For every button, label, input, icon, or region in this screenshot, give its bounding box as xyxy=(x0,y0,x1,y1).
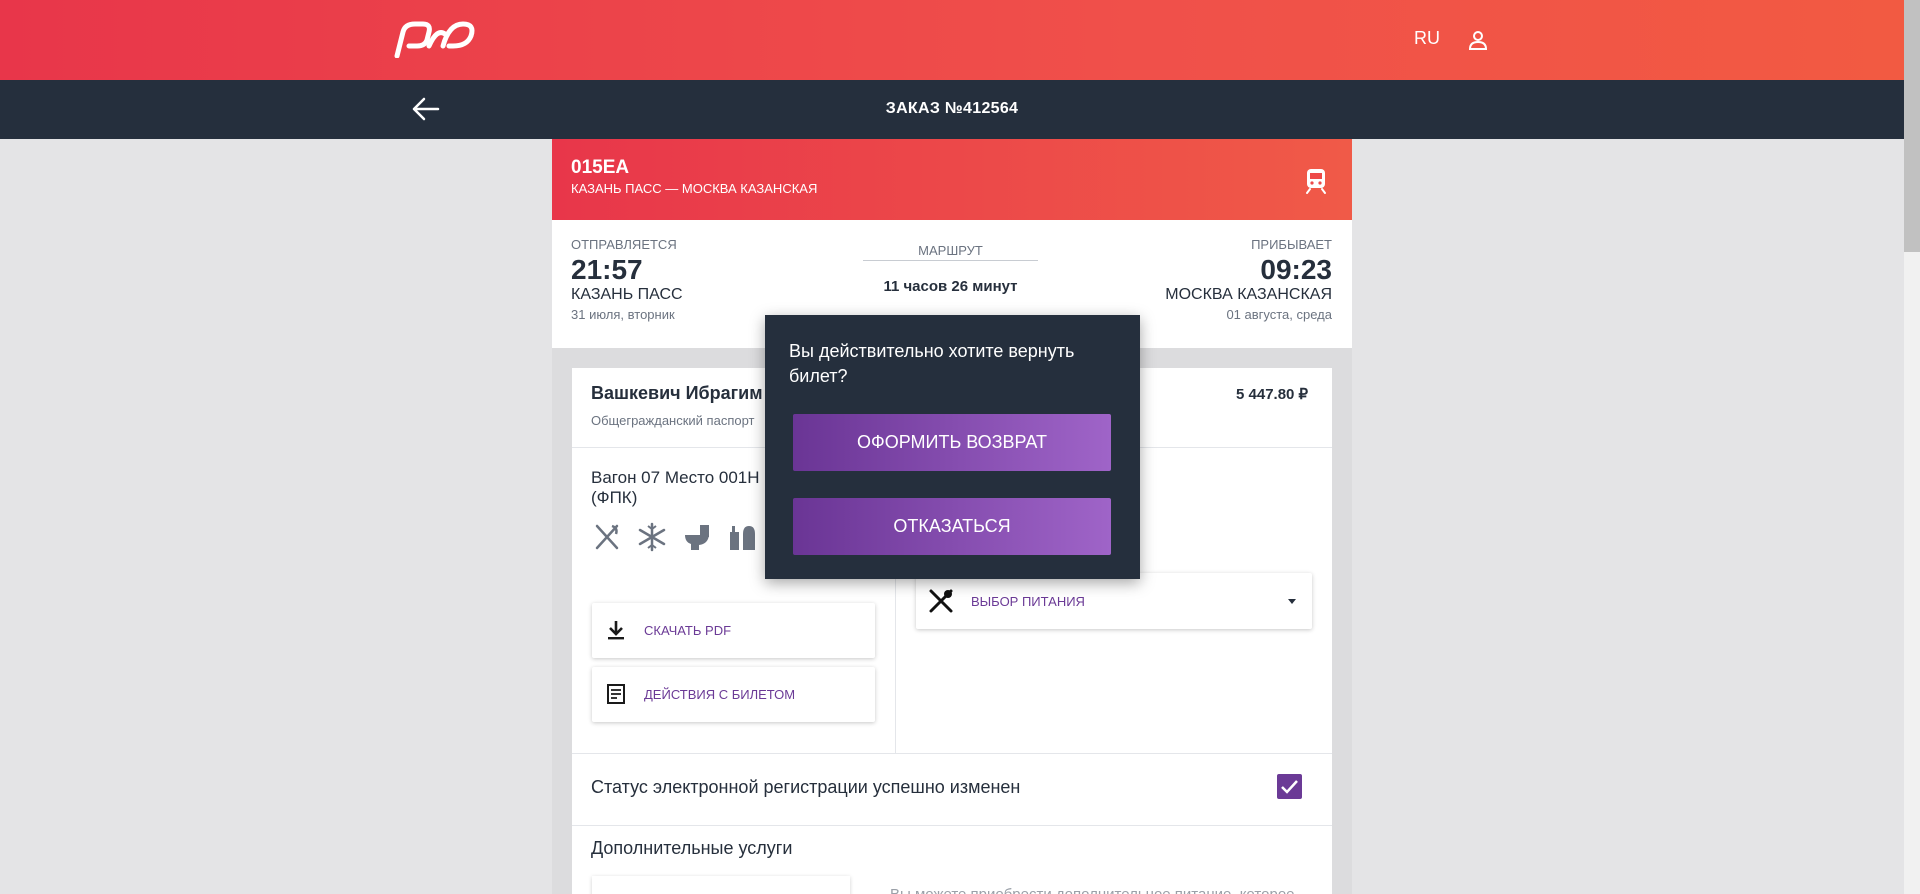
rzd-logo[interactable] xyxy=(393,18,477,58)
ticket-actions-button[interactable]: ДЕЙСТВИЯ С БИЛЕТОМ xyxy=(592,667,875,722)
passenger-document: Общегражданский паспорт xyxy=(591,413,755,428)
restaurant-icon xyxy=(595,524,619,550)
departure-station: КАЗАНЬ ПАСС xyxy=(571,286,683,303)
hygiene-icon xyxy=(730,526,755,550)
trip-duration: 11 часов 26 минут xyxy=(883,278,1018,295)
arrives-label: ПРИБЫВАЕТ xyxy=(1251,237,1332,252)
arrival-time: 09:23 xyxy=(1260,254,1332,285)
cancel-button[interactable]: ОТКАЗАТЬСЯ xyxy=(793,498,1111,555)
ticket-actions-label: ДЕЙСТВИЯ С БИЛЕТОМ xyxy=(644,687,796,702)
user-icon[interactable] xyxy=(1466,28,1490,52)
dialog-question: Вы действительно хотите вернуть билет? xyxy=(789,341,1075,386)
extra-services-title: Дополнительные услуги xyxy=(591,838,793,858)
route-label: МАРШРУТ xyxy=(918,243,983,258)
arrival-station: МОСКВА КАЗАНСКАЯ xyxy=(1165,286,1332,303)
document-icon xyxy=(607,684,625,704)
departure-date: 31 июля, вторник xyxy=(571,307,675,322)
download-icon xyxy=(608,621,624,640)
meal-choice-dropdown[interactable]: ВЫБОР ПИТАНИЯ xyxy=(916,573,1312,629)
train-icon xyxy=(1306,169,1326,194)
train-number: 015ЕА xyxy=(571,157,630,178)
meal-choice-label: ВЫБОР ПИТАНИЯ xyxy=(971,594,1085,609)
air-conditioning-icon xyxy=(638,522,666,552)
download-pdf-button[interactable]: СКАЧАТЬ PDF xyxy=(592,603,875,658)
checkmark-icon xyxy=(1281,780,1298,794)
order-title: ЗАКАЗ №412564 xyxy=(885,100,1019,117)
registration-checkbox[interactable] xyxy=(1277,774,1302,799)
departure-time: 21:57 xyxy=(571,254,643,285)
registration-status: Статус электронной регистрации успешно и… xyxy=(591,777,1021,797)
divider xyxy=(572,825,1332,826)
divider xyxy=(572,753,1332,754)
toilet-icon xyxy=(685,525,709,550)
scrollbar-thumb[interactable] xyxy=(1904,0,1920,252)
departs-label: ОТПРАВЛЯЕТСЯ xyxy=(571,237,677,252)
chevron-down-icon xyxy=(1288,599,1296,604)
confirm-return-button[interactable]: ОФОРМИТЬ ВОЗВРАТ xyxy=(793,414,1111,471)
train-route: КАЗАНЬ ПАСС — МОСКВА КАЗАНСКАЯ xyxy=(571,181,818,196)
passenger-name: Вашкевич Ибрагим xyxy=(591,383,763,403)
train-header xyxy=(552,139,1352,220)
cutlery-icon xyxy=(929,589,953,613)
top-bar xyxy=(0,0,1904,80)
route-divider xyxy=(863,260,1038,261)
extra-service-card[interactable] xyxy=(592,876,850,894)
ticket-price: 5 447.80 ₽ xyxy=(1236,386,1309,403)
language-selector[interactable]: RU xyxy=(1414,28,1440,49)
download-pdf-label: СКАЧАТЬ PDF xyxy=(644,623,732,638)
extra-services-note: Вы можете приобрести дополнительное пита… xyxy=(890,886,1310,894)
arrival-date: 01 августа, среда xyxy=(1226,307,1332,322)
wagon-seat-info: Вагон 07 Место 001Н (ФПК) xyxy=(591,468,760,507)
